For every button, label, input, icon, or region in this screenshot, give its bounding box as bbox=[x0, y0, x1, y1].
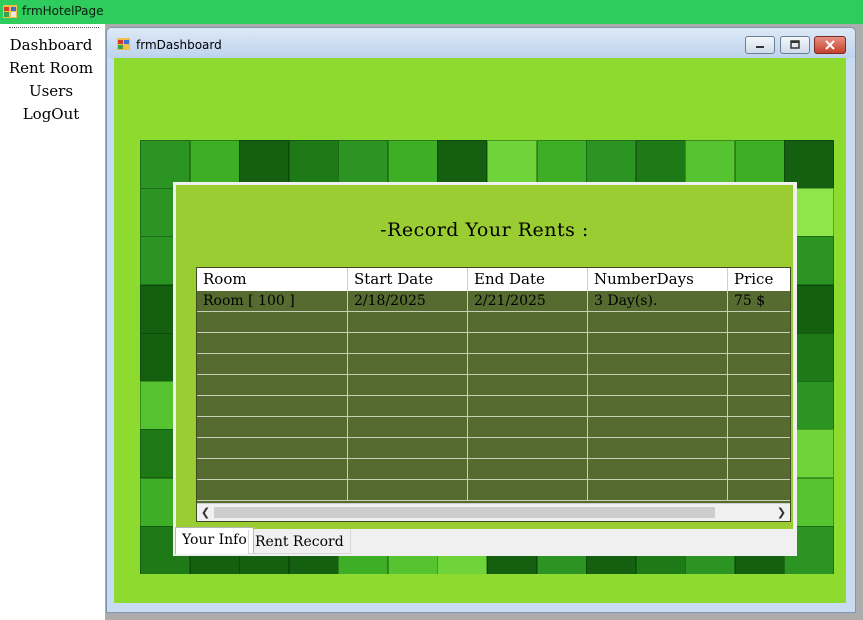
cell-empty bbox=[197, 438, 348, 459]
tab-control: -Record Your Rents : Room Start Date End… bbox=[173, 182, 797, 556]
cell-end-date: 2/21/2025 bbox=[468, 291, 588, 312]
cell-empty bbox=[468, 480, 588, 501]
app-titlebar[interactable]: frmHotelPage bbox=[0, 0, 863, 24]
cell-empty bbox=[197, 417, 348, 438]
rents-panel: -Record Your Rents : Room Start Date End… bbox=[176, 185, 793, 529]
cell-empty bbox=[468, 459, 588, 480]
cell-start-date: 2/18/2025 bbox=[348, 291, 468, 312]
maximize-icon bbox=[790, 40, 800, 49]
cell-empty bbox=[468, 333, 588, 354]
cell-empty bbox=[588, 312, 728, 333]
cell-empty bbox=[588, 354, 728, 375]
close-button[interactable] bbox=[814, 36, 846, 54]
menu-item-logout[interactable]: LogOut bbox=[0, 104, 102, 124]
column-header-room[interactable]: Room bbox=[197, 268, 348, 291]
cell-empty bbox=[728, 375, 790, 396]
rents-grid[interactable]: Room Start Date End Date NumberDays Pric… bbox=[196, 267, 791, 522]
scroll-thumb[interactable] bbox=[214, 507, 715, 518]
left-menu: Dashboard Rent Room Users LogOut bbox=[0, 24, 105, 620]
table-row-empty[interactable] bbox=[197, 312, 790, 333]
grid-header: Room Start Date End Date NumberDays Pric… bbox=[197, 268, 790, 291]
menu-grip bbox=[9, 27, 99, 28]
cell-price: 75 $ bbox=[734, 293, 766, 309]
cell-empty bbox=[728, 480, 790, 501]
rents-heading: -Record Your Rents : bbox=[380, 219, 589, 241]
cell-empty bbox=[588, 459, 728, 480]
tab-rent-record[interactable]: Rent Record bbox=[248, 530, 351, 554]
cell-empty bbox=[197, 396, 348, 417]
table-row[interactable]: Room [ 100 ] 2/18/2025 2/21/2025 3 Day(s… bbox=[197, 291, 790, 312]
dashboard-title: frmDashboard bbox=[136, 38, 222, 52]
dashboard-titlebar[interactable]: frmDashboard bbox=[107, 28, 855, 58]
cell-empty bbox=[588, 417, 728, 438]
close-icon bbox=[825, 40, 835, 50]
cell-empty bbox=[197, 333, 348, 354]
horizontal-scrollbar[interactable]: ❮ ❯ bbox=[197, 503, 790, 521]
tab-your-info[interactable]: Your Info bbox=[175, 527, 254, 554]
cell-empty bbox=[348, 333, 468, 354]
menu-item-rent-room[interactable]: Rent Room bbox=[0, 58, 102, 78]
app-title: frmHotelPage bbox=[22, 4, 104, 18]
cell-empty bbox=[197, 354, 348, 375]
cell-room: Room [ 100 ] bbox=[197, 291, 348, 312]
tab-strip: Your Info Rent Record bbox=[173, 527, 797, 556]
cell-empty bbox=[728, 459, 790, 480]
cell-empty bbox=[348, 375, 468, 396]
menu-item-users[interactable]: Users bbox=[0, 81, 102, 101]
dashboard-client-area: -Record Your Rents : Room Start Date End… bbox=[114, 58, 846, 603]
cell-empty bbox=[468, 312, 588, 333]
cell-empty bbox=[728, 396, 790, 417]
menu-item-dashboard[interactable]: Dashboard bbox=[0, 35, 102, 55]
tab-page-your-info: -Record Your Rents : Room Start Date End… bbox=[173, 182, 797, 530]
cell-empty bbox=[348, 438, 468, 459]
cell-empty bbox=[348, 312, 468, 333]
cell-empty bbox=[197, 312, 348, 333]
cell-empty bbox=[348, 459, 468, 480]
scroll-right-icon[interactable]: ❯ bbox=[773, 504, 790, 521]
cell-empty bbox=[197, 459, 348, 480]
table-row-empty[interactable] bbox=[197, 438, 790, 459]
table-row-empty[interactable] bbox=[197, 396, 790, 417]
column-header-start-date[interactable]: Start Date bbox=[348, 268, 468, 291]
cell-empty bbox=[348, 354, 468, 375]
cell-empty bbox=[468, 375, 588, 396]
cell-empty bbox=[588, 333, 728, 354]
maximize-button[interactable] bbox=[780, 36, 810, 54]
cell-empty bbox=[348, 417, 468, 438]
column-header-number-days[interactable]: NumberDays bbox=[588, 268, 728, 291]
cell-empty bbox=[468, 438, 588, 459]
cell-empty bbox=[588, 438, 728, 459]
scroll-left-icon[interactable]: ❮ bbox=[197, 504, 214, 521]
cell-empty bbox=[728, 438, 790, 459]
cell-empty bbox=[728, 417, 790, 438]
cell-empty bbox=[588, 396, 728, 417]
form-window-icon bbox=[117, 38, 130, 50]
cell-empty bbox=[728, 312, 790, 333]
minimize-icon bbox=[756, 46, 764, 48]
cell-empty bbox=[197, 480, 348, 501]
column-header-end-date[interactable]: End Date bbox=[468, 268, 588, 291]
cell-empty bbox=[588, 480, 728, 501]
table-row-empty[interactable] bbox=[197, 333, 790, 354]
table-row-empty[interactable] bbox=[197, 480, 790, 501]
cell-empty bbox=[588, 375, 728, 396]
minimize-button[interactable] bbox=[745, 36, 775, 54]
cell-empty bbox=[468, 396, 588, 417]
table-row-empty[interactable] bbox=[197, 459, 790, 480]
cell-empty bbox=[468, 354, 588, 375]
cell-empty bbox=[468, 417, 588, 438]
cell-empty bbox=[197, 375, 348, 396]
dashboard-window: frmDashboard -Record Your Rents : Room S… bbox=[106, 27, 856, 613]
table-row-empty[interactable] bbox=[197, 417, 790, 438]
cell-number-days: 3 Day(s). bbox=[588, 291, 728, 312]
table-row-empty[interactable] bbox=[197, 375, 790, 396]
app-window-icon bbox=[3, 5, 17, 18]
table-row-empty[interactable] bbox=[197, 354, 790, 375]
cell-empty bbox=[348, 396, 468, 417]
cell-empty bbox=[348, 480, 468, 501]
cell-empty bbox=[728, 333, 790, 354]
column-header-price[interactable]: Price bbox=[728, 268, 790, 291]
cell-empty bbox=[728, 354, 790, 375]
